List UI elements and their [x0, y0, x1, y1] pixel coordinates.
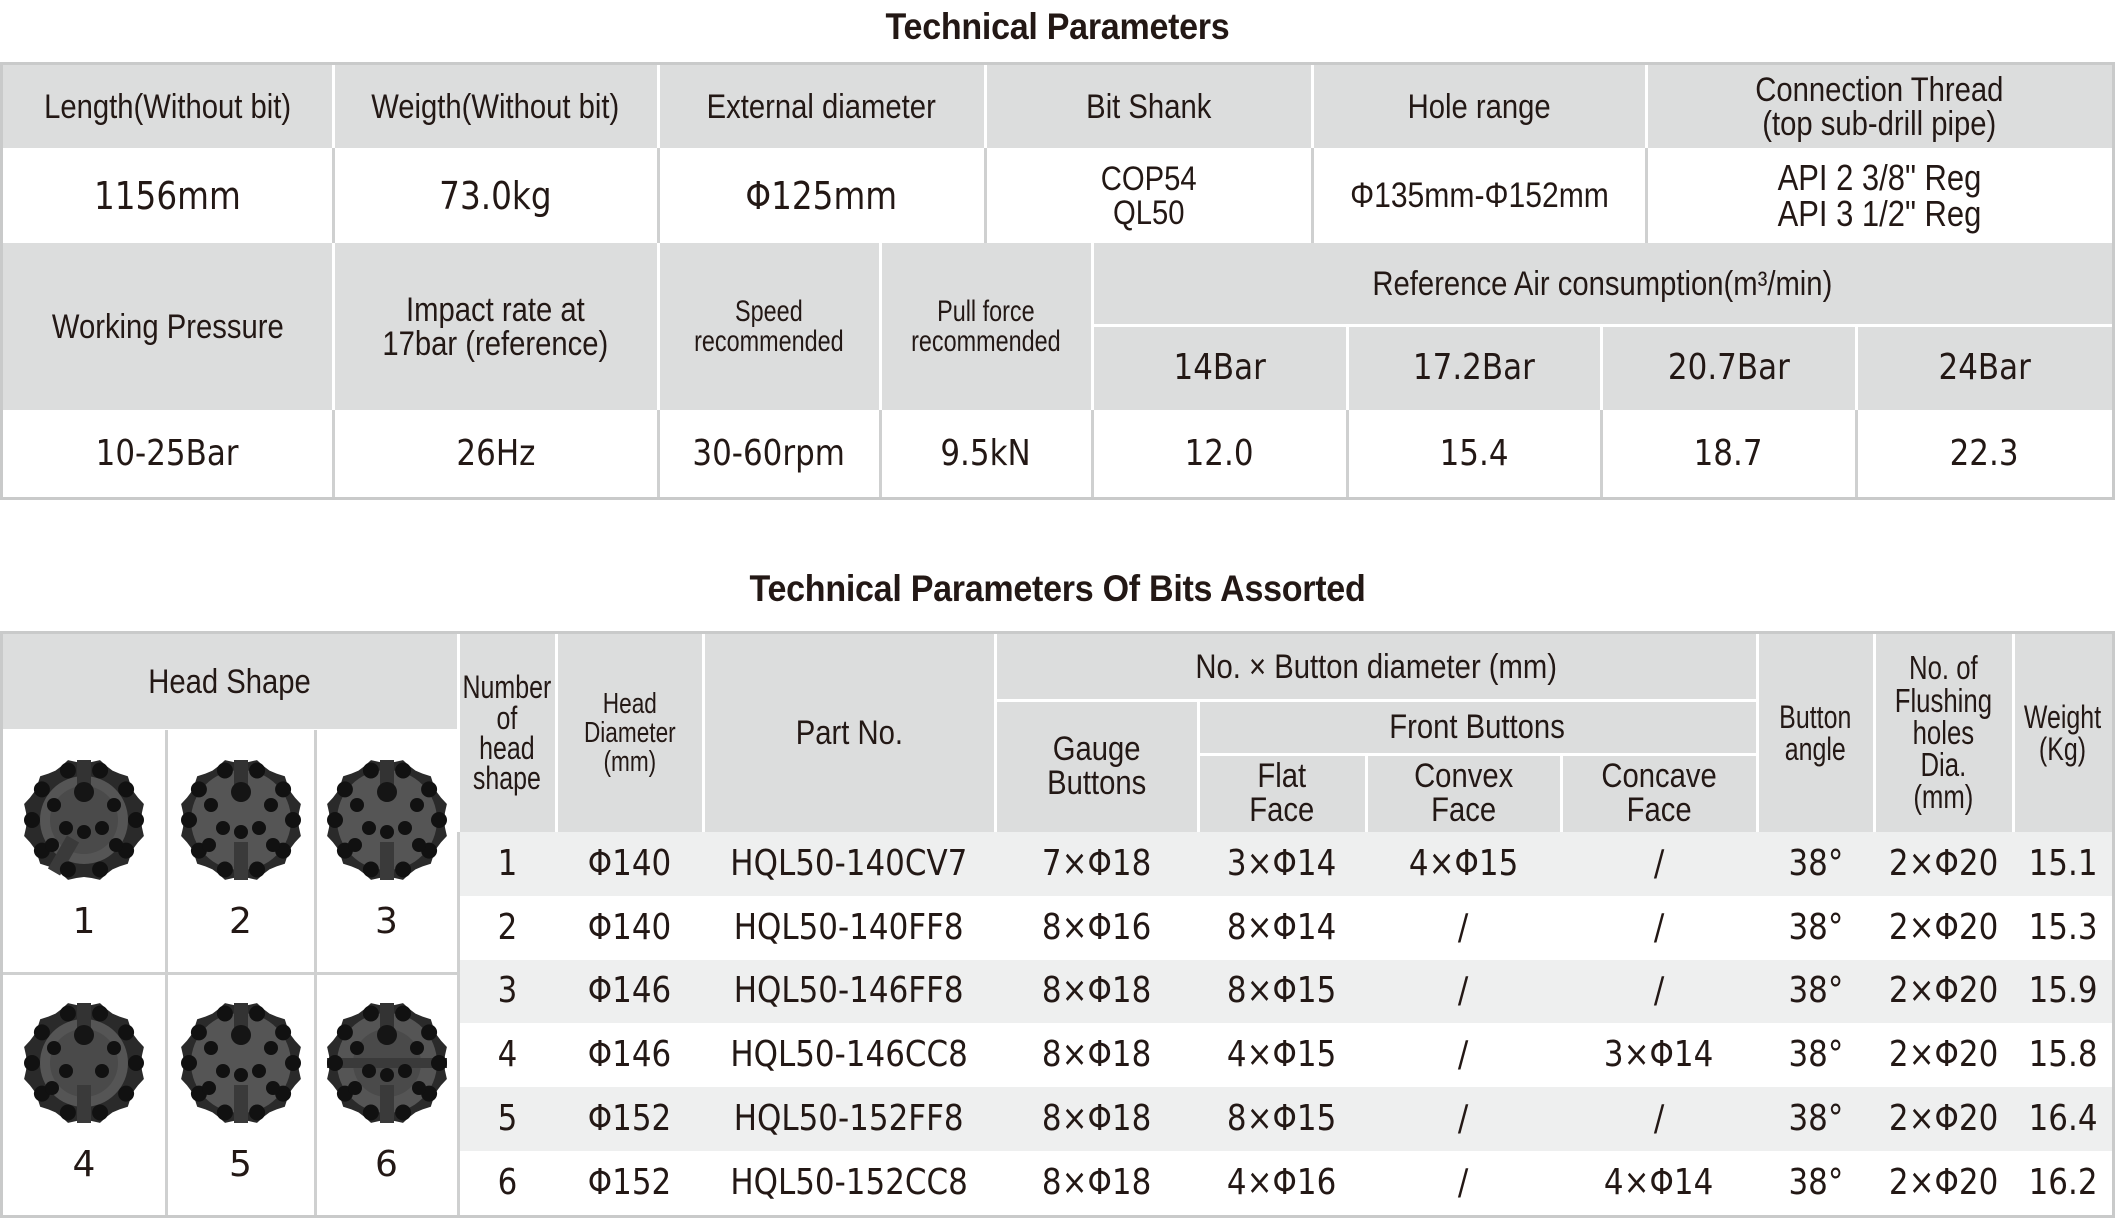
bits-table-border: [0, 631, 2115, 1218]
tech-params-table-border: [0, 62, 2115, 500]
tech-params-title: Technical Parameters: [885, 6, 1230, 47]
bits-title: Technical Parameters Of Bits Assorted: [749, 568, 1366, 609]
